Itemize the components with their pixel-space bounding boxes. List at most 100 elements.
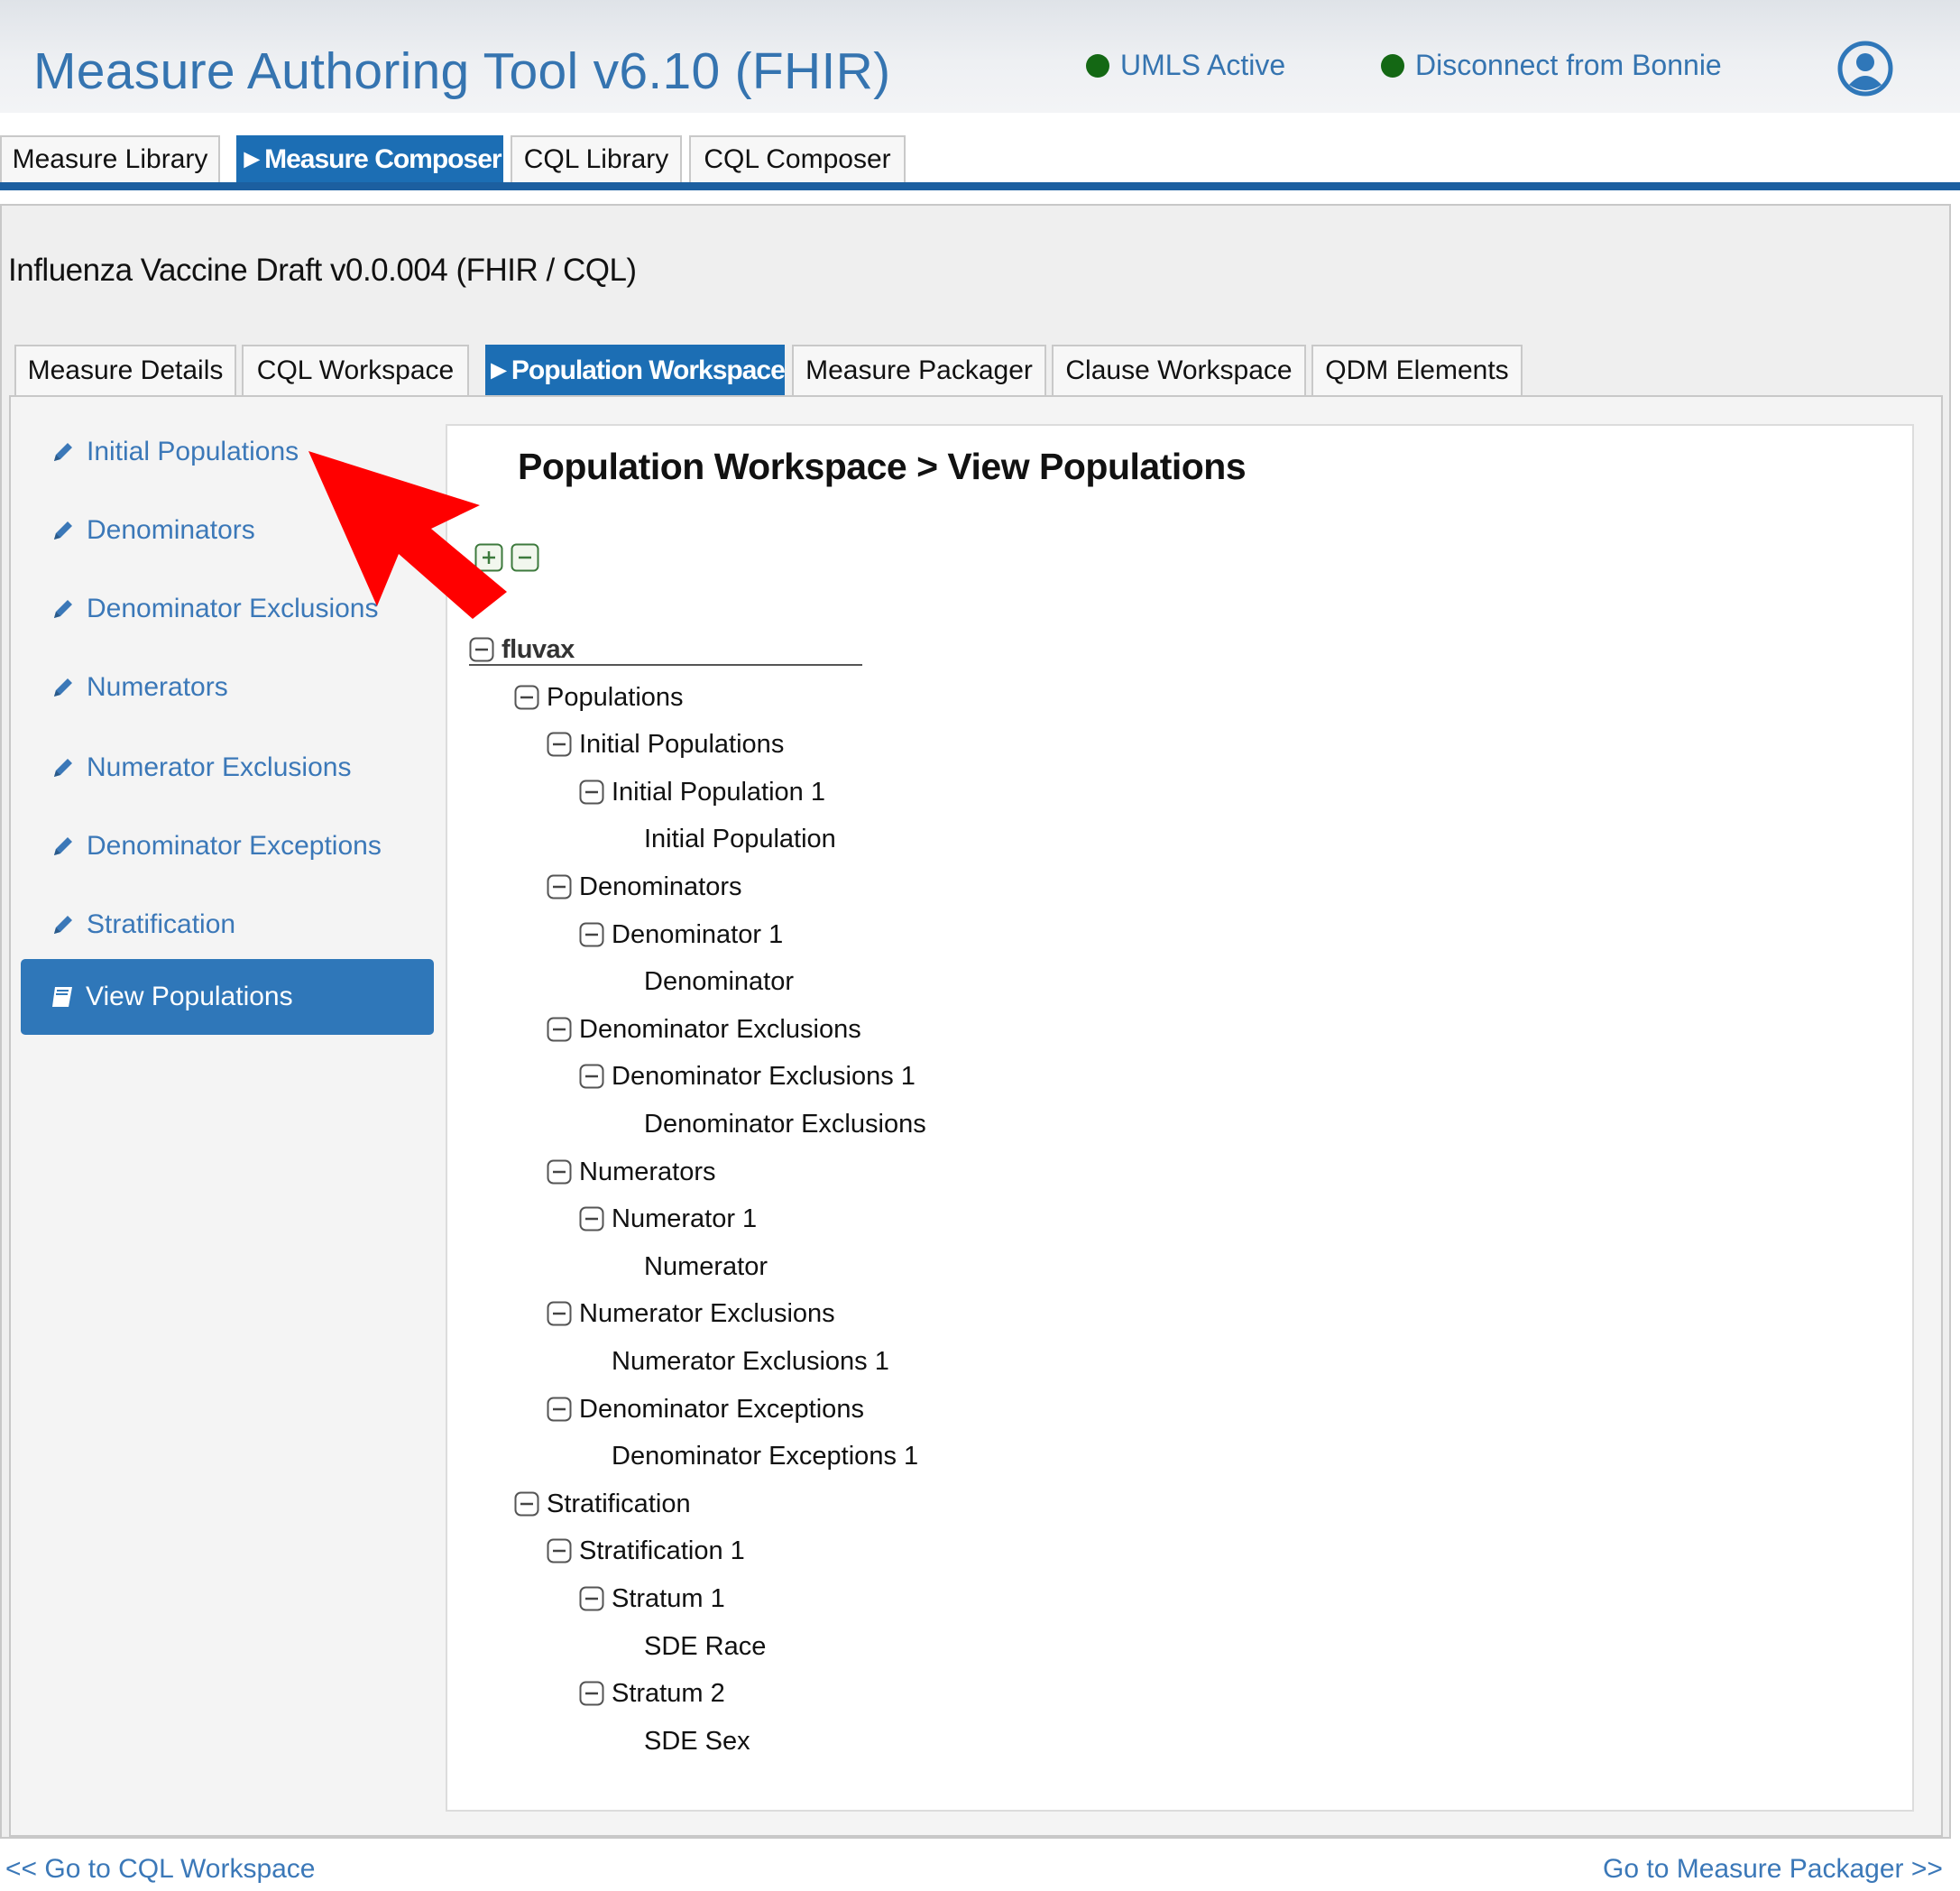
measure-composer-panel: Influenza Vaccine Draft v0.0.004 (FHIR /… (0, 204, 1951, 1839)
collapse-node-icon[interactable] (579, 779, 604, 805)
nav-item-label: Initial Populations (87, 437, 299, 466)
nav-item-label: Denominators (87, 515, 255, 545)
tree-node-label: SDE Sex (644, 1726, 750, 1756)
pencil-icon (54, 916, 72, 934)
nav-denominators[interactable]: Denominators (51, 515, 255, 546)
tree-node[interactable]: Denominator Exclusions (547, 1011, 861, 1047)
tree-node-label: Denominator Exceptions (579, 1394, 864, 1424)
tree-node: Denominator (644, 964, 794, 1000)
tree-node-label: Denominators (579, 872, 742, 901)
app-header: Measure Authoring Tool v6.10 (FHIR) UMLS… (0, 0, 1960, 113)
collapse-node-icon[interactable] (579, 1206, 604, 1231)
tree-node[interactable]: Numerators (547, 1154, 716, 1190)
collapse-node-icon[interactable] (469, 637, 494, 662)
content-title: Population Workspace > View Populations (518, 446, 1247, 487)
tree-root[interactable]: fluvax (469, 632, 575, 668)
go-to-measure-packager-link[interactable]: Go to Measure Packager >> (1603, 1854, 1943, 1885)
tab-measure-library[interactable]: Measure Library (0, 135, 220, 182)
pencil-icon (54, 759, 72, 777)
nav-item-label: Stratification (87, 909, 236, 939)
tree-node-label: Initial Populations (579, 729, 785, 759)
nav-numerators[interactable]: Numerators (51, 672, 228, 703)
tree-node-label: Numerator 1 (612, 1204, 758, 1233)
tree-node-label: Initial Population (644, 824, 836, 853)
pencil-icon (54, 678, 72, 696)
nav-initial-populations[interactable]: Initial Populations (51, 437, 299, 467)
tree-node-label: Denominator Exclusions (644, 1109, 926, 1139)
tab-cql-composer[interactable]: CQL Composer (689, 135, 906, 182)
tab-clause-workspace[interactable]: Clause Workspace (1052, 345, 1306, 395)
collapse-node-icon[interactable] (547, 1301, 572, 1326)
collapse-node-icon[interactable] (547, 1159, 572, 1185)
book-icon (52, 987, 72, 1007)
collapse-node-icon[interactable] (579, 922, 604, 947)
collapse-node-icon[interactable] (579, 1064, 604, 1089)
tree-node[interactable]: Denominator Exclusions 1 (579, 1058, 916, 1094)
pencil-icon (54, 600, 72, 618)
nav-denominator-exceptions[interactable]: Denominator Exceptions (51, 831, 382, 862)
tree-node[interactable]: Stratification 1 (547, 1533, 745, 1569)
tree-node[interactable]: Numerator 1 (579, 1201, 757, 1237)
tree-node-label: Stratum 1 (612, 1583, 725, 1613)
tree-node[interactable]: Initial Populations (547, 726, 784, 762)
nav-stratification[interactable]: Stratification (51, 909, 235, 940)
tree-node-label: Denominator 1 (612, 919, 784, 949)
user-profile-icon[interactable] (1836, 40, 1894, 97)
nav-item-label: Numerators (87, 672, 228, 702)
collapse-node-icon[interactable] (547, 1397, 572, 1422)
tree-node-label: Numerator Exclusions 1 (612, 1346, 889, 1376)
collapse-node-icon[interactable] (579, 1586, 604, 1611)
nav-numerator-exclusions[interactable]: Numerator Exclusions (51, 752, 351, 783)
umls-status-label: UMLS Active (1120, 49, 1286, 81)
tab-measure-packager[interactable]: Measure Packager (792, 345, 1046, 395)
tab-measure-composer[interactable]: ►Measure Composer (236, 135, 503, 182)
tree-node: Numerator Exclusions 1 (612, 1343, 889, 1379)
nav-item-label: Numerator Exclusions (87, 752, 352, 782)
collapse-node-icon[interactable] (514, 1491, 539, 1517)
pencil-icon (54, 443, 72, 461)
tree-node[interactable]: Denominators (547, 869, 742, 905)
collapse-node-icon[interactable] (547, 732, 572, 757)
collapse-node-icon[interactable] (547, 1017, 572, 1042)
collapse-all-icon[interactable] (511, 543, 539, 572)
tree-node-label: Denominator Exclusions (579, 1014, 861, 1044)
tab-underline (0, 182, 1960, 190)
go-to-cql-workspace-link[interactable]: << Go to CQL Workspace (5, 1854, 316, 1885)
tree-node[interactable]: Stratification (514, 1486, 691, 1522)
tree-node-label: Denominator Exceptions 1 (612, 1441, 919, 1471)
tab-population-workspace[interactable]: ►Population Workspace (485, 345, 786, 395)
tree-node[interactable]: Numerator Exclusions (547, 1296, 835, 1332)
tree-node-label: Numerators (579, 1157, 716, 1186)
tree-node[interactable]: Stratum 1 (579, 1581, 725, 1617)
tree-node[interactable]: Denominator 1 (579, 917, 783, 953)
tab-measure-details[interactable]: Measure Details (14, 345, 236, 395)
tab-cql-library[interactable]: CQL Library (511, 135, 682, 182)
app-title: Measure Authoring Tool v6.10 (FHIR) (33, 42, 891, 100)
tree-node-label: Initial Population 1 (612, 777, 825, 807)
nav-view-populations[interactable]: View Populations (21, 959, 434, 1035)
tree-node[interactable]: Denominator Exceptions (547, 1391, 864, 1427)
annotation-arrow-icon (308, 451, 507, 619)
main-tab-bar: Measure Library ►Measure Composer CQL Li… (0, 135, 1960, 182)
tree-node-label: Denominator Exclusions 1 (612, 1061, 916, 1091)
tree-node: SDE Race (644, 1628, 766, 1665)
measure-title: Influenza Vaccine Draft v0.0.004 (FHIR /… (8, 253, 637, 288)
collapse-node-icon[interactable] (579, 1681, 604, 1706)
tree-node: Initial Population (644, 821, 836, 857)
status-dot-icon (1381, 53, 1404, 78)
collapse-node-icon[interactable] (547, 874, 572, 899)
tree-node: SDE Sex (644, 1723, 750, 1759)
tab-cql-workspace[interactable]: CQL Workspace (242, 345, 469, 395)
tree-node[interactable]: Initial Population 1 (579, 774, 825, 810)
tree-node-label: Numerator Exclusions (579, 1298, 835, 1328)
tree-node[interactable]: Populations (514, 679, 684, 715)
disconnect-bonnie-link[interactable]: Disconnect from Bonnie (1381, 49, 1722, 82)
collapse-node-icon[interactable] (547, 1538, 572, 1564)
tab-qdm-elements[interactable]: QDM Elements (1311, 345, 1523, 395)
tree-node[interactable]: Stratum 2 (579, 1675, 725, 1711)
nav-item-label: View Populations (86, 982, 293, 1011)
tree-node-label: Stratum 2 (612, 1678, 725, 1708)
tree-node-label: Stratification 1 (579, 1536, 745, 1565)
pencil-icon (54, 521, 72, 540)
collapse-node-icon[interactable] (514, 685, 539, 710)
